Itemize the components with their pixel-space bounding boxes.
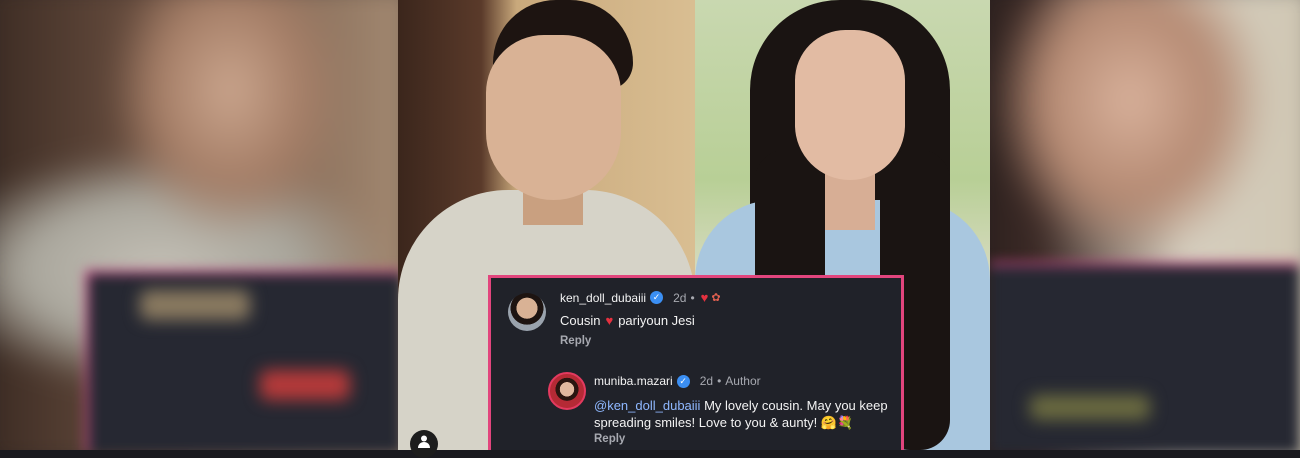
comment-time: 2d <box>673 290 687 305</box>
reply-button[interactable]: Reply <box>594 433 625 445</box>
reply-text-line: spreading smiles! Love to you & aunty! <box>594 415 818 430</box>
rose-icon: ✿ <box>711 292 721 304</box>
meta-separator: • <box>717 374 722 388</box>
comment-text-part: Cousin <box>560 313 601 328</box>
mention-link[interactable]: @ken_doll_dubaiii <box>594 398 700 413</box>
comment-header: ken_doll_dubaiii ✓ 2d • ♥ ✿ <box>560 290 721 305</box>
verified-badge-icon: ✓ <box>650 291 664 304</box>
emoji-icon: 🤗💐 <box>820 415 854 430</box>
blurred-background-right <box>990 0 1300 450</box>
meta-separator: • <box>690 290 695 305</box>
comment-username[interactable]: ken_doll_dubaiii <box>560 291 646 305</box>
comment-item <box>508 293 546 331</box>
avatar[interactable] <box>548 372 586 410</box>
reply-item <box>548 372 586 410</box>
verified-badge-icon: ✓ <box>676 374 690 388</box>
reply-username[interactable]: muniba.mazari <box>594 374 673 388</box>
comment-text-part: pariyoun Jesi <box>618 313 695 328</box>
reply-text: @ken_doll_dubaiii My lovely cousin. May … <box>594 397 888 431</box>
reply-text-line: My lovely cousin. May you keep <box>704 398 888 413</box>
comment-text: Cousin ♥ pariyoun Jesi <box>560 312 695 329</box>
avatar[interactable] <box>508 293 546 331</box>
reply-button[interactable]: Reply <box>560 335 591 347</box>
blurred-background-left <box>0 0 398 450</box>
reply-time: 2d <box>699 374 714 388</box>
comment-card: ken_doll_dubaiii ✓ 2d • ♥ ✿ Cousin ♥ par… <box>488 275 904 450</box>
heart-emoji-icon: ♥ <box>605 313 614 328</box>
reply-header: muniba.mazari ✓ 2d • Author <box>594 374 761 388</box>
heart-icon[interactable]: ♥ <box>701 290 709 305</box>
author-label: Author <box>725 374 761 388</box>
user-profile-icon[interactable] <box>410 430 438 458</box>
